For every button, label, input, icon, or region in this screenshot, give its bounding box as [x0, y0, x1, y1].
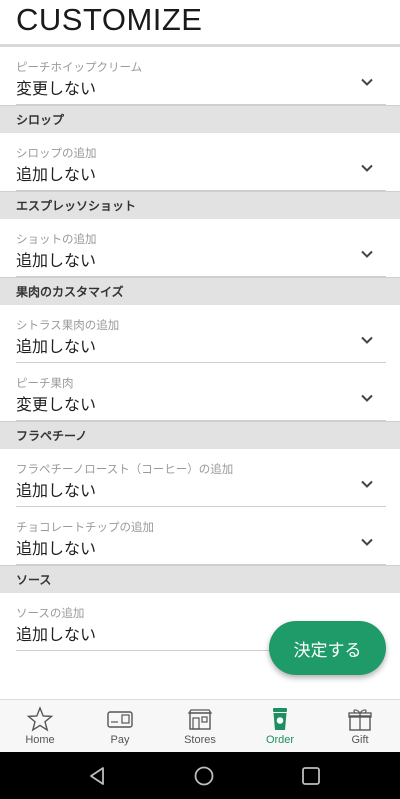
chevron-down-icon[interactable]	[360, 333, 374, 347]
chevron-down-icon[interactable]	[360, 161, 374, 175]
chevron-down-icon[interactable]	[360, 247, 374, 261]
option-label: ショットの追加	[16, 232, 97, 246]
option-label: チョコレートチップの追加	[16, 520, 154, 534]
back-icon[interactable]	[86, 765, 108, 787]
divider	[16, 564, 386, 565]
option-row-peach-pulp[interactable]: ピーチ果肉 変更しない	[0, 363, 400, 421]
option-value: 追加しない	[16, 165, 97, 184]
divider	[16, 190, 386, 191]
divider	[16, 420, 386, 421]
tab-gift[interactable]: Gift	[320, 700, 400, 752]
tab-home[interactable]: Home	[0, 700, 80, 752]
divider	[16, 104, 386, 105]
section-header-sauce: ソース	[0, 565, 400, 593]
option-label: ピーチ果肉	[16, 376, 74, 390]
option-value: 追加しない	[16, 251, 97, 270]
section-header-espresso: エスプレッソショット	[0, 191, 400, 219]
section-header-syrup: シロップ	[0, 105, 400, 133]
tab-label: Stores	[184, 734, 216, 746]
option-value: 追加しない	[16, 337, 97, 356]
chevron-down-icon[interactable]	[360, 75, 374, 89]
divider	[16, 276, 386, 277]
system-nav-bar	[0, 752, 400, 799]
customize-list[interactable]: ピーチホイップクリーム 変更しない シロップ シロップの追加 追加しない エスプ…	[0, 47, 400, 699]
option-row-chocolate-chip[interactable]: チョコレートチップの追加 追加しない	[0, 507, 400, 565]
option-value: 追加しない	[16, 625, 97, 644]
tab-label: Order	[265, 734, 295, 746]
chevron-down-icon[interactable]	[360, 477, 374, 491]
gift-icon	[348, 709, 372, 731]
cup-icon	[273, 708, 287, 730]
tab-label: Gift	[351, 734, 369, 746]
tab-label: Home	[25, 734, 55, 746]
option-label: フラペチーノロースト（コーヒー）の追加	[16, 462, 234, 476]
card-icon	[107, 711, 133, 728]
option-label: ピーチホイップクリーム	[16, 60, 143, 74]
option-row-frappuccino-roast[interactable]: フラペチーノロースト（コーヒー）の追加 追加しない	[0, 449, 400, 507]
option-row-syrup[interactable]: シロップの追加 追加しない	[0, 133, 400, 191]
option-value: 変更しない	[16, 79, 97, 98]
option-value: 変更しない	[16, 395, 97, 414]
option-row-shot[interactable]: ショットの追加 追加しない	[0, 219, 400, 277]
tab-label: Pay	[110, 734, 130, 746]
page-title: CUSTOMIZE	[16, 2, 203, 37]
option-label: シロップの追加	[16, 146, 97, 160]
home-circle-icon[interactable]	[193, 765, 215, 787]
option-row-citrus-pulp[interactable]: シトラス果肉の追加 追加しない	[0, 305, 400, 363]
tab-order[interactable]: Order	[240, 700, 320, 752]
chevron-down-icon[interactable]	[360, 391, 374, 405]
option-value: 追加しない	[16, 539, 97, 558]
store-icon	[187, 709, 213, 730]
option-row-peach-whip[interactable]: ピーチホイップクリーム 変更しない	[0, 47, 400, 105]
recents-icon[interactable]	[300, 765, 322, 787]
star-icon	[26, 706, 54, 732]
option-value: 追加しない	[16, 481, 97, 500]
tab-pay[interactable]: Pay	[80, 700, 160, 752]
chevron-down-icon[interactable]	[360, 535, 374, 549]
bottom-tab-bar: Home Pay Stores Order Gift	[0, 699, 400, 752]
tab-stores[interactable]: Stores	[160, 700, 240, 752]
section-header-frappuccino: フラペチーノ	[0, 421, 400, 449]
section-header-fruit: 果肉のカスタマイズ	[0, 277, 400, 305]
confirm-button[interactable]: 決定する	[269, 621, 386, 675]
option-label: シトラス果肉の追加	[16, 318, 120, 332]
option-label: ソースの追加	[16, 606, 85, 620]
header: CUSTOMIZE	[0, 0, 400, 47]
